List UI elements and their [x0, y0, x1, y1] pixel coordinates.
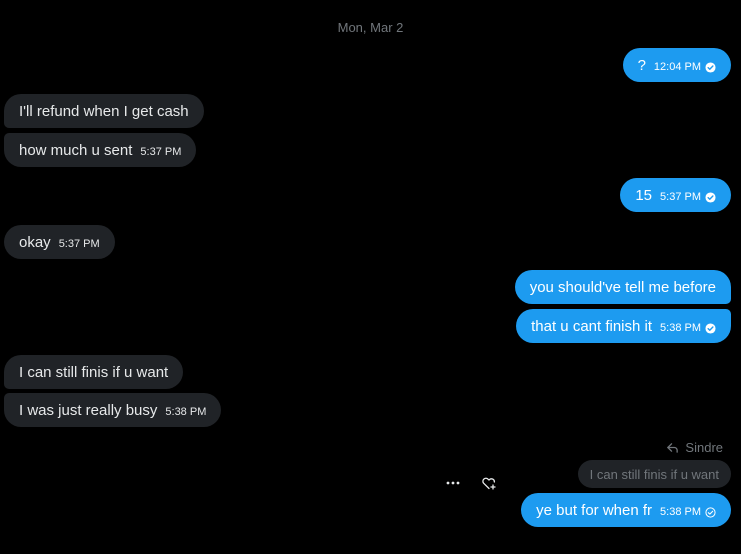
message-text: okay: [19, 233, 51, 251]
message-text: 15: [635, 186, 653, 204]
message-text: how much u sent: [19, 141, 133, 159]
message-text: I was just really busy: [19, 401, 158, 419]
message-outgoing[interactable]: that u cant finish it 5:38 PM: [516, 309, 731, 343]
message-time: 5:37 PM: [140, 146, 182, 158]
check-circle-outline-icon: [705, 506, 716, 518]
check-circle-filled-icon: [705, 191, 716, 203]
message-outgoing[interactable]: ye but for when fr 5:38 PM: [521, 493, 731, 527]
message-time: 5:37 PM: [660, 191, 701, 203]
message-incoming[interactable]: okay 5:37 PM: [4, 225, 115, 259]
heart-plus-icon[interactable]: [478, 472, 500, 494]
message-incoming[interactable]: I can still finis if u want: [4, 355, 184, 389]
message-text: you should've tell me before: [529, 278, 716, 296]
check-circle-filled-icon: [705, 61, 716, 73]
message-text: I can still finis if u want: [19, 363, 169, 381]
message-incoming[interactable]: how much u sent 5:37 PM: [4, 133, 197, 167]
quoted-message-text: I can still finis if u want: [589, 466, 719, 482]
reply-indicator: Sindre: [666, 440, 723, 455]
message-time: 5:38 PM: [660, 506, 701, 518]
message-time: 12:04 PM: [653, 61, 701, 73]
message-text: that u cant finish it: [531, 317, 653, 335]
message-outgoing[interactable]: 15 5:37 PM: [620, 178, 731, 212]
message-incoming[interactable]: I'll refund when I get cash: [4, 94, 204, 128]
message-time: 5:38 PM: [660, 322, 701, 334]
reply-label-text: Sindre: [685, 440, 723, 455]
message-text: ?: [637, 56, 646, 74]
more-horizontal-icon[interactable]: [442, 472, 464, 494]
check-circle-filled-icon: [705, 322, 716, 334]
date-separator: Mon, Mar 2: [337, 20, 404, 35]
message-text: I'll refund when I get cash: [19, 102, 189, 120]
message-time: 5:38 PM: [165, 406, 207, 418]
message-text: ye but for when fr: [536, 501, 653, 519]
quoted-message[interactable]: I can still finis if u want: [577, 460, 731, 488]
message-outgoing[interactable]: ? 12:04 PM: [622, 48, 731, 82]
message-outgoing[interactable]: you should've tell me before: [514, 270, 731, 304]
message-time: 5:37 PM: [58, 238, 100, 250]
message-incoming[interactable]: I was just really busy 5:38 PM: [4, 393, 222, 427]
reply-arrow-icon: [666, 441, 679, 454]
